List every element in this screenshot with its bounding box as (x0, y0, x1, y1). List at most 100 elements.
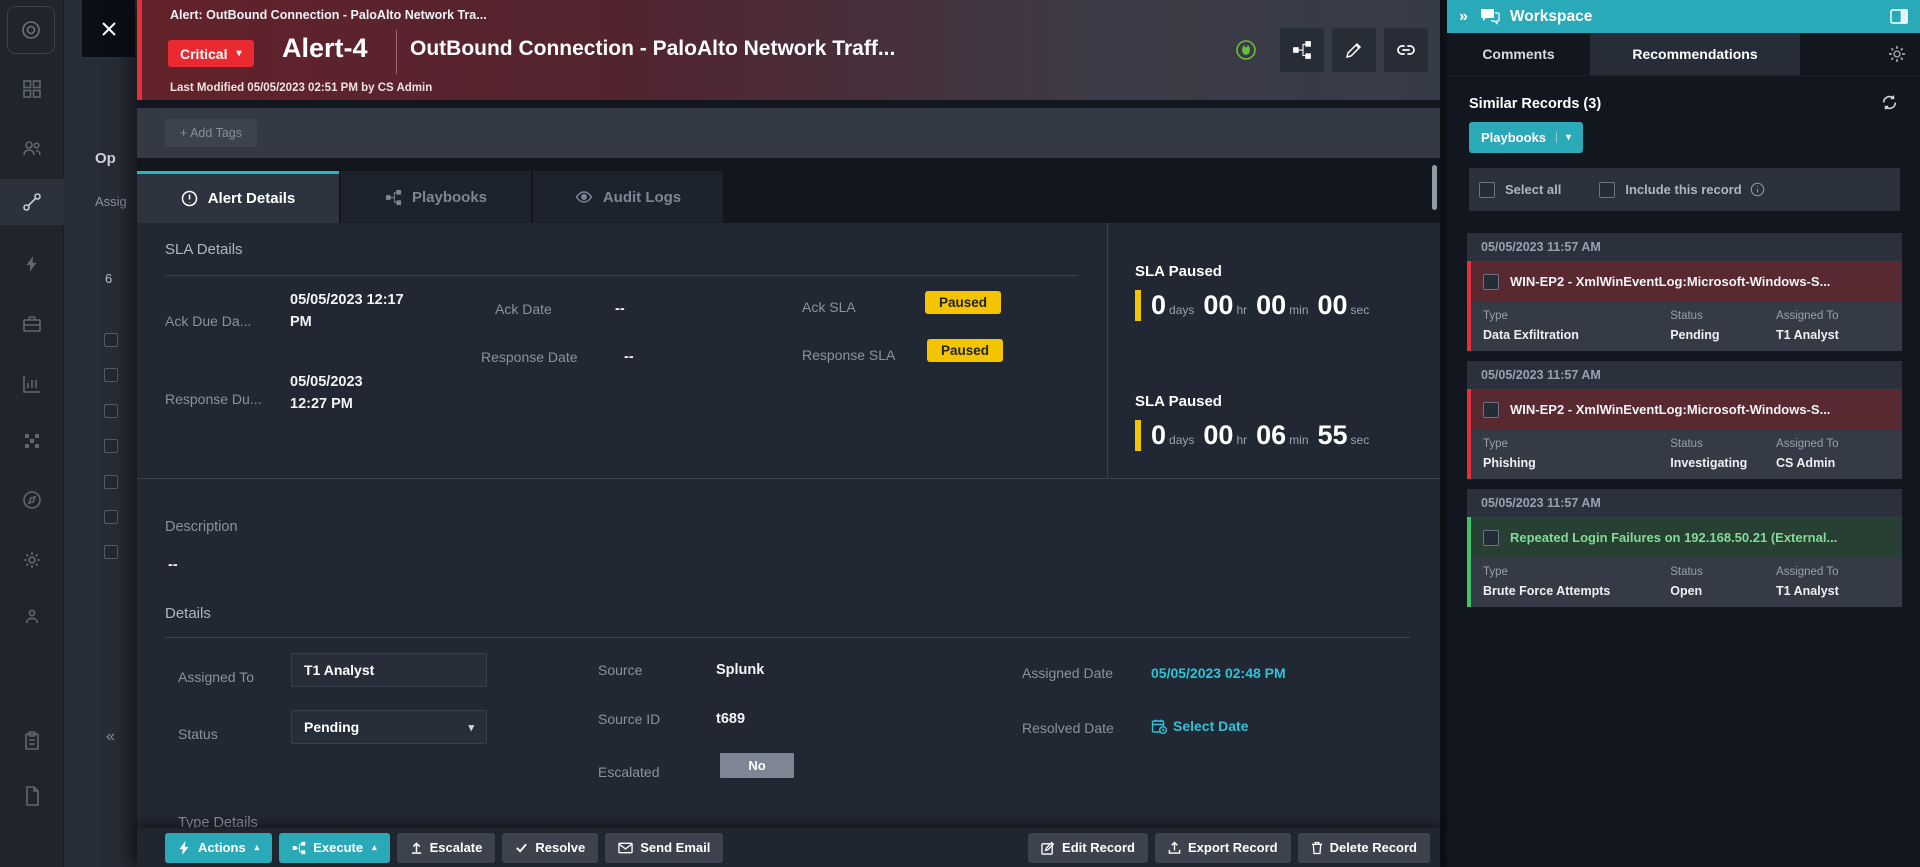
assigned-to-input[interactable]: T1 Analyst (291, 653, 487, 687)
add-tags-button[interactable]: + Add Tags (165, 119, 257, 147)
record-checkbox[interactable] (1483, 402, 1499, 418)
delete-record-button[interactable]: Delete Record (1298, 833, 1430, 863)
collapse-sidebar-icon[interactable]: » (1459, 8, 1468, 26)
record-action-bar: Actions▴ Execute▴ Escalate Resolve Send … (137, 828, 1440, 867)
record-type: Brute Force Attempts (1483, 584, 1610, 598)
background-checkbox (104, 439, 118, 453)
modal-scrollbar[interactable] (1432, 165, 1437, 210)
assigned-date-label: Assigned Date (1022, 665, 1113, 681)
info-icon[interactable] (1750, 182, 1765, 197)
escalate-button[interactable]: Escalate (397, 833, 496, 863)
chat-icon (1480, 8, 1500, 25)
actions-dropdown-button[interactable]: Actions▴ (165, 833, 272, 863)
resolved-date-select[interactable]: Select Date (1151, 718, 1248, 734)
clipboard-icon[interactable] (0, 718, 64, 764)
response-date-value: -- (624, 349, 634, 365)
close-button[interactable] (82, 0, 135, 57)
bolt-icon[interactable] (0, 241, 64, 287)
alert-id: Alert-4 (282, 33, 368, 64)
background-heading-fragment: Op (95, 150, 116, 167)
background-checkbox (104, 368, 118, 382)
chart-icon[interactable] (0, 361, 64, 407)
sla-paused-heading: SLA Paused (1135, 393, 1435, 410)
playbooks-dropdown-button[interactable]: Playbooks ▾ (1469, 122, 1583, 153)
settings-network-icon[interactable] (0, 537, 64, 583)
edit-button[interactable] (1332, 28, 1376, 72)
dashboard-icon[interactable] (0, 66, 64, 112)
export-icon (1168, 841, 1181, 855)
last-modified-text: Last Modified 05/05/2023 02:51 PM by CS … (170, 82, 432, 94)
tab-playbooks[interactable]: Playbooks (341, 171, 531, 223)
send-email-button[interactable]: Send Email (605, 833, 723, 863)
assigned-date-value[interactable]: 05/05/2023 02:48 PM (1151, 665, 1286, 681)
severity-dropdown[interactable]: Critical ▾ (168, 40, 254, 67)
next-section-heading-clipped: Type Details (178, 815, 258, 828)
ack-sla-label: Ack SLA (802, 299, 856, 315)
workspace-title: Workspace (1510, 8, 1592, 26)
record-status: Pending (1670, 328, 1719, 342)
refresh-icon[interactable] (1881, 94, 1898, 111)
include-record-checkbox[interactable] (1599, 182, 1615, 198)
tab-recommendations[interactable]: Recommendations (1590, 33, 1800, 75)
target-icon[interactable] (7, 6, 55, 54)
team-icon[interactable] (0, 594, 64, 640)
alert-breadcrumb-title: Alert: OutBound Connection - PaloAlto Ne… (170, 8, 487, 22)
similar-record-card[interactable]: 05/05/2023 11:57 AM WIN-EP2 - XmlWinEven… (1467, 361, 1902, 479)
collapse-icon: « (106, 728, 115, 746)
assigned-to-value: T1 Analyst (304, 662, 374, 678)
description-value: -- (168, 557, 178, 573)
record-type: Phishing (1483, 456, 1536, 470)
record-select-bar: Select all Include this record (1469, 168, 1900, 211)
response-due-date-value: 05/05/2023 12:27 PM (290, 371, 394, 416)
background-checkbox (104, 404, 118, 418)
ack-date-label: Ack Date (495, 301, 552, 317)
document-icon[interactable] (0, 773, 64, 819)
select-all-checkbox[interactable] (1479, 182, 1495, 198)
record-timestamp: 05/05/2023 11:57 AM (1467, 233, 1902, 261)
status-select[interactable]: Pending ▾ (291, 710, 487, 744)
gear-icon[interactable] (1888, 45, 1906, 63)
connections-icon[interactable] (0, 179, 64, 225)
execute-dropdown-button[interactable]: Execute▴ (279, 833, 389, 863)
tab-audit-logs[interactable]: Audit Logs (533, 171, 723, 223)
response-due-date-label: Response Du... (165, 391, 262, 407)
resolve-button[interactable]: Resolve (502, 833, 598, 863)
resolved-date-label: Resolved Date (1022, 720, 1114, 736)
panel-layout-icon[interactable] (1890, 9, 1908, 24)
source-label: Source (598, 662, 642, 678)
caret-down-icon: ▾ (1556, 132, 1571, 143)
alert-details-content: SLA Details Ack Due Da... 05/05/2023 12:… (137, 223, 1440, 828)
users-icon[interactable] (0, 125, 64, 171)
run-playbook-button[interactable] (1280, 28, 1324, 72)
sitemap-icon (292, 841, 306, 855)
select-all-label: Select all (1505, 182, 1561, 197)
record-title[interactable]: WIN-EP2 - XmlWinEventLog:Microsoft-Windo… (1510, 274, 1830, 289)
alert-detail-panel: Alert: OutBound Connection - PaloAlto Ne… (137, 0, 1440, 867)
tab-alert-details[interactable]: Alert Details (137, 171, 339, 223)
eye-icon (575, 188, 593, 206)
source-id-value: t689 (716, 711, 745, 727)
record-title[interactable]: Repeated Login Failures on 192.168.50.21… (1510, 530, 1837, 545)
record-status: Open (1670, 584, 1702, 598)
caret-up-icon: ▴ (372, 842, 377, 853)
record-checkbox[interactable] (1483, 274, 1499, 290)
background-count-fragment: 6 (105, 271, 112, 286)
response-date-label: Response Date (481, 349, 578, 365)
tab-comments[interactable]: Comments (1447, 33, 1590, 75)
export-record-button[interactable]: Export Record (1155, 833, 1291, 863)
similar-record-card[interactable]: 05/05/2023 11:57 AM Repeated Login Failu… (1467, 489, 1902, 607)
apps-grid-icon[interactable] (0, 418, 64, 464)
record-assigned: T1 Analyst (1776, 328, 1839, 342)
record-timestamp: 05/05/2023 11:57 AM (1467, 489, 1902, 517)
record-checkbox[interactable] (1483, 530, 1499, 546)
record-title[interactable]: WIN-EP2 - XmlWinEventLog:Microsoft-Windo… (1510, 402, 1830, 417)
assigned-to-label: Assigned To (178, 669, 254, 685)
edit-record-button[interactable]: Edit Record (1028, 833, 1148, 863)
divider (396, 30, 397, 74)
bolt-icon (178, 841, 191, 855)
link-button[interactable] (1384, 28, 1428, 72)
similar-record-card[interactable]: 05/05/2023 11:57 AM WIN-EP2 - XmlWinEven… (1467, 233, 1902, 351)
escalated-value-badge: No (720, 753, 794, 778)
compass-icon[interactable] (0, 477, 64, 523)
briefcase-icon[interactable] (0, 301, 64, 347)
